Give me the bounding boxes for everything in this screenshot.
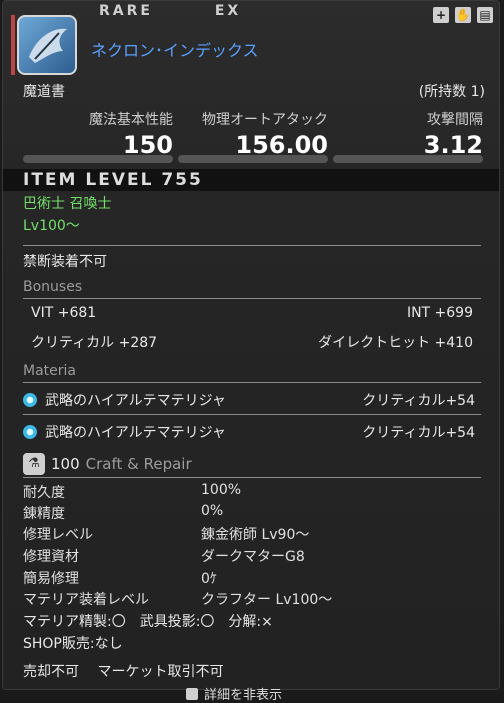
shop-info: SHOP販売:なし [23, 636, 123, 652]
item-tooltip-panel: RARE EX + ✋ ▤ ネクロン･インデックス 魔道書 (所持数 1) 魔法… [2, 0, 500, 690]
bonuses-title: Bonuses [23, 279, 83, 295]
rarity-bar [11, 15, 15, 75]
stat-label-auto-attack: 物理オートアタック [202, 112, 328, 128]
item-category: 魔道書 [23, 84, 65, 100]
stat-label-delay: 攻撃間隔 [427, 112, 483, 128]
divider [23, 245, 481, 246]
stat-bar [23, 155, 173, 163]
craft-value: ダークマターG8 [201, 549, 305, 565]
craft-key: 修理レベル [23, 527, 93, 543]
item-icon [17, 15, 77, 75]
divider [23, 477, 481, 478]
craft-number: 100 [51, 455, 80, 473]
divider [23, 298, 481, 299]
craft-value: 0ｹ [201, 571, 217, 587]
market-info: 売却不可 マーケット取引不可 [23, 664, 224, 680]
restriction-text: 禁断装着不可 [23, 254, 107, 270]
materia-slot-2[interactable]: 武略のハイアルテマテリジャ クリティカル+54 [23, 422, 475, 442]
plus-icon[interactable]: + [433, 7, 449, 23]
item-name: ネクロン･インデックス [91, 41, 259, 60]
craft-value: クラフター Lv100〜 [201, 592, 333, 608]
item-level: ITEM LEVEL 755 [23, 170, 203, 190]
materia-icon [23, 393, 37, 407]
materia-slot-1[interactable]: 武略のハイアルテマテリジャ クリティカル+54 [23, 390, 475, 410]
materia-title: Materia [23, 363, 76, 379]
class-list: 巴術士 召喚士 [23, 196, 112, 212]
materia-stat: クリティカル+54 [362, 393, 475, 409]
materia-name: 武略のハイアルテマテリジャ [45, 393, 226, 409]
divider [23, 382, 481, 383]
craft-value: 100% [201, 482, 242, 498]
craft-key: 錬精度 [23, 506, 65, 522]
ex-label: EX [214, 3, 242, 19]
craft-value: 錬金術師 Lv90〜 [201, 527, 310, 543]
bonus-direct-hit: ダイレクトヒット +410 [318, 335, 473, 351]
bonus-critical: クリティカル +287 [31, 335, 158, 351]
materia-name: 武略のハイアルテマテリジャ [45, 425, 226, 441]
craft-icon: ⚗ [23, 453, 45, 475]
craft-value: 0% [201, 503, 224, 519]
level-requirement: Lv100〜 [23, 218, 80, 234]
craft-key: 修理資材 [23, 549, 79, 565]
materia-stat: クリティカル+54 [362, 425, 475, 441]
bonus-vit: VIT +681 [31, 305, 97, 321]
stat-bars [23, 155, 483, 163]
divider [23, 414, 481, 415]
owned-count: (所持数 1) [418, 84, 485, 100]
window-icon[interactable]: ▤ [477, 7, 493, 23]
materia-icon [23, 425, 37, 439]
craft-key: 簡易修理 [23, 571, 79, 587]
craft-key: 耐久度 [23, 485, 65, 501]
top-icons: + ✋ ▤ [433, 7, 493, 23]
stat-bar [178, 155, 328, 163]
stat-bar [333, 155, 483, 163]
bonus-int: INT +699 [406, 305, 473, 321]
stat-labels: 魔法基本性能 物理オートアタック 攻撃間隔 [23, 109, 483, 129]
craft-title-text: Craft & Repair [85, 455, 192, 473]
hand-icon[interactable]: ✋ [455, 7, 471, 23]
rarity-tags: RARE EX [99, 3, 295, 19]
stat-label-magic: 魔法基本性能 [89, 112, 173, 128]
rarity-label: RARE [99, 3, 153, 19]
craft-flags: マテリア精製:〇 武具投影:〇 分解:× [23, 614, 273, 630]
craft-key: マテリア装着レベル [23, 592, 149, 608]
craft-repair-title: ⚗ 100 Craft & Repair [23, 453, 192, 475]
